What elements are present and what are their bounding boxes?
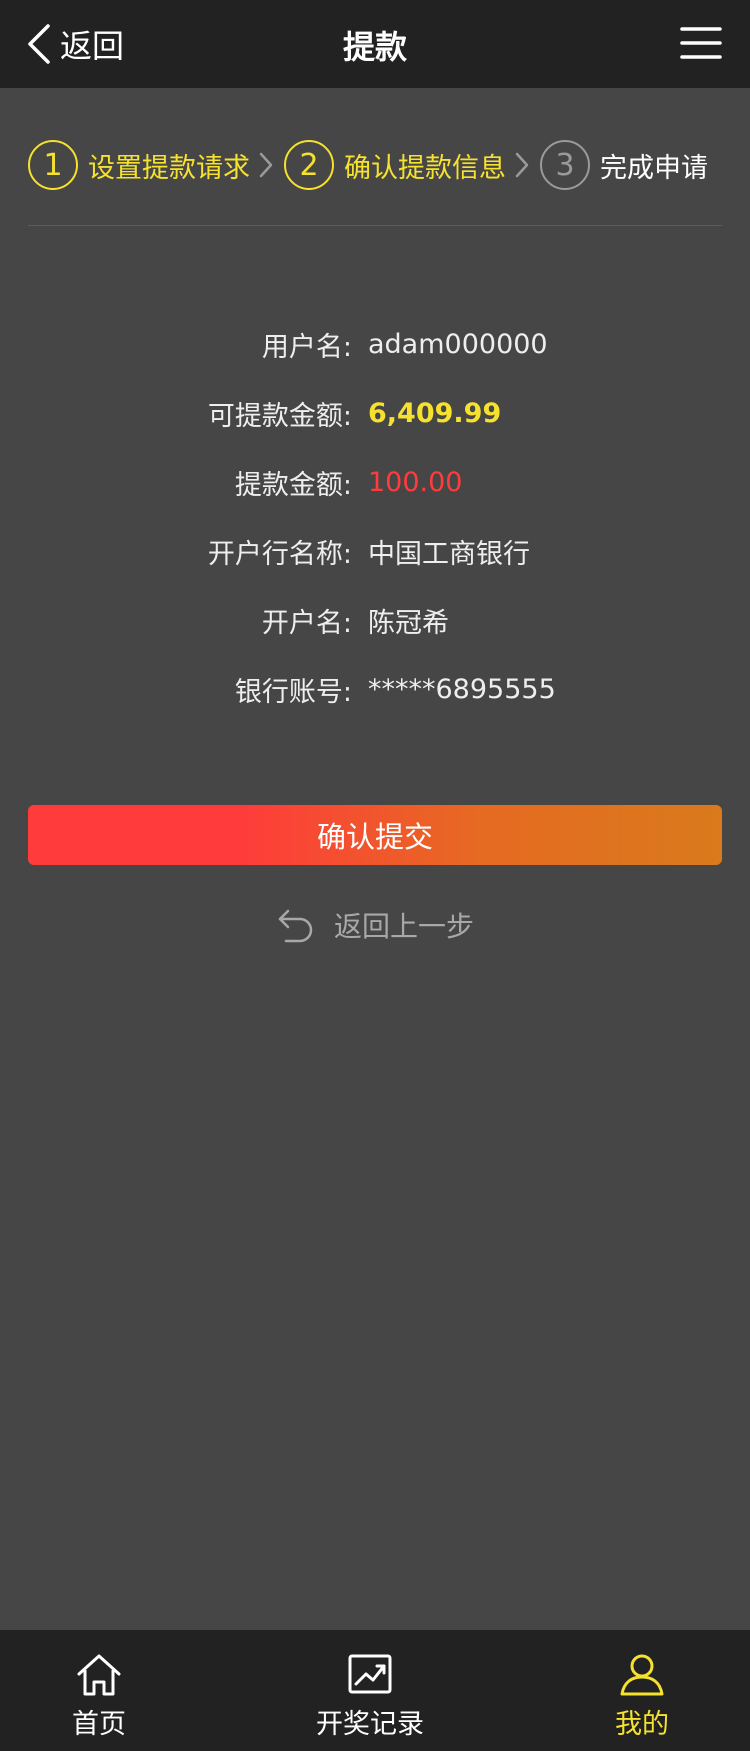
row-label: 可提款金额: <box>207 401 352 432</box>
step-number: 2 <box>284 140 334 190</box>
tab-label: 开奖记录 <box>316 1709 424 1740</box>
username-value: adam000000 <box>368 329 548 360</box>
info-row-bank-name: 开户行名称: 中国工商银行 <box>0 517 750 586</box>
available-amount-value: 6,409.99 <box>368 398 502 429</box>
bank-name-value: 中国工商银行 <box>368 539 530 570</box>
home-icon <box>77 1654 121 1696</box>
step-label: 设置提款请求 <box>88 152 250 184</box>
row-label: 提款金额: <box>234 470 352 501</box>
tab-label: 我的 <box>615 1709 669 1740</box>
chevron-right-icon <box>515 152 529 178</box>
user-icon <box>620 1654 664 1696</box>
confirm-submit-button[interactable]: 确认提交 <box>28 805 722 865</box>
back-button[interactable]: 返回 <box>26 20 124 68</box>
info-row-available: 可提款金额: 6,409.99 <box>0 379 750 448</box>
step-indicator: 1 设置提款请求 2 确认提款信息 3 完成申请 <box>28 138 722 192</box>
tab-mine[interactable]: 我的 <box>552 1630 732 1751</box>
step-number: 3 <box>540 140 590 190</box>
step-1: 1 设置提款请求 <box>28 140 250 190</box>
undo-icon <box>278 909 313 943</box>
menu-icon <box>680 27 722 59</box>
withdraw-amount-value: 100.00 <box>368 467 463 498</box>
info-row-amount: 提款金额: 100.00 <box>0 448 750 517</box>
info-row-account-number: 银行账号: *****6895555 <box>0 655 750 724</box>
step-3: 3 完成申请 <box>540 140 708 190</box>
step-label: 确认提款信息 <box>344 152 506 184</box>
info-row-account-holder: 开户名: 陈冠希 <box>0 586 750 655</box>
step-number: 1 <box>28 140 78 190</box>
row-label: 用户名: <box>261 332 352 363</box>
info-row-username: 用户名: adam000000 <box>0 310 750 379</box>
step-2: 2 确认提款信息 <box>284 140 506 190</box>
back-step-button[interactable]: 返回上一步 <box>0 900 750 950</box>
row-label: 开户名: <box>261 608 352 639</box>
chevron-right-icon <box>259 152 273 178</box>
bottom-tab-bar: 首页 开奖记录 我的 <box>0 1630 750 1751</box>
row-label: 开户行名称: <box>207 539 352 570</box>
chevron-left-icon <box>28 24 50 64</box>
tab-lottery-results[interactable]: 开奖记录 <box>280 1630 460 1751</box>
account-holder-value: 陈冠希 <box>368 608 449 639</box>
back-label: 返回 <box>60 27 125 65</box>
divider <box>28 225 722 226</box>
tab-label: 首页 <box>72 1709 126 1740</box>
row-label: 银行账号: <box>234 677 352 708</box>
chart-icon <box>348 1654 392 1694</box>
account-number-value: *****6895555 <box>368 674 556 705</box>
top-nav-bar: 返回 提款 <box>0 0 750 88</box>
withdraw-info: 用户名: adam000000 可提款金额: 6,409.99 提款金额: 10… <box>0 310 750 724</box>
step-label: 完成申请 <box>600 152 708 184</box>
withdraw-confirm-screen: 返回 提款 1 设置提款请求 2 确认提款信息 3 完成申请 用户名: adam… <box>0 0 750 1751</box>
back-step-label: 返回上一步 <box>333 910 474 943</box>
menu-button[interactable] <box>680 26 722 60</box>
tab-home[interactable]: 首页 <box>9 1630 189 1751</box>
